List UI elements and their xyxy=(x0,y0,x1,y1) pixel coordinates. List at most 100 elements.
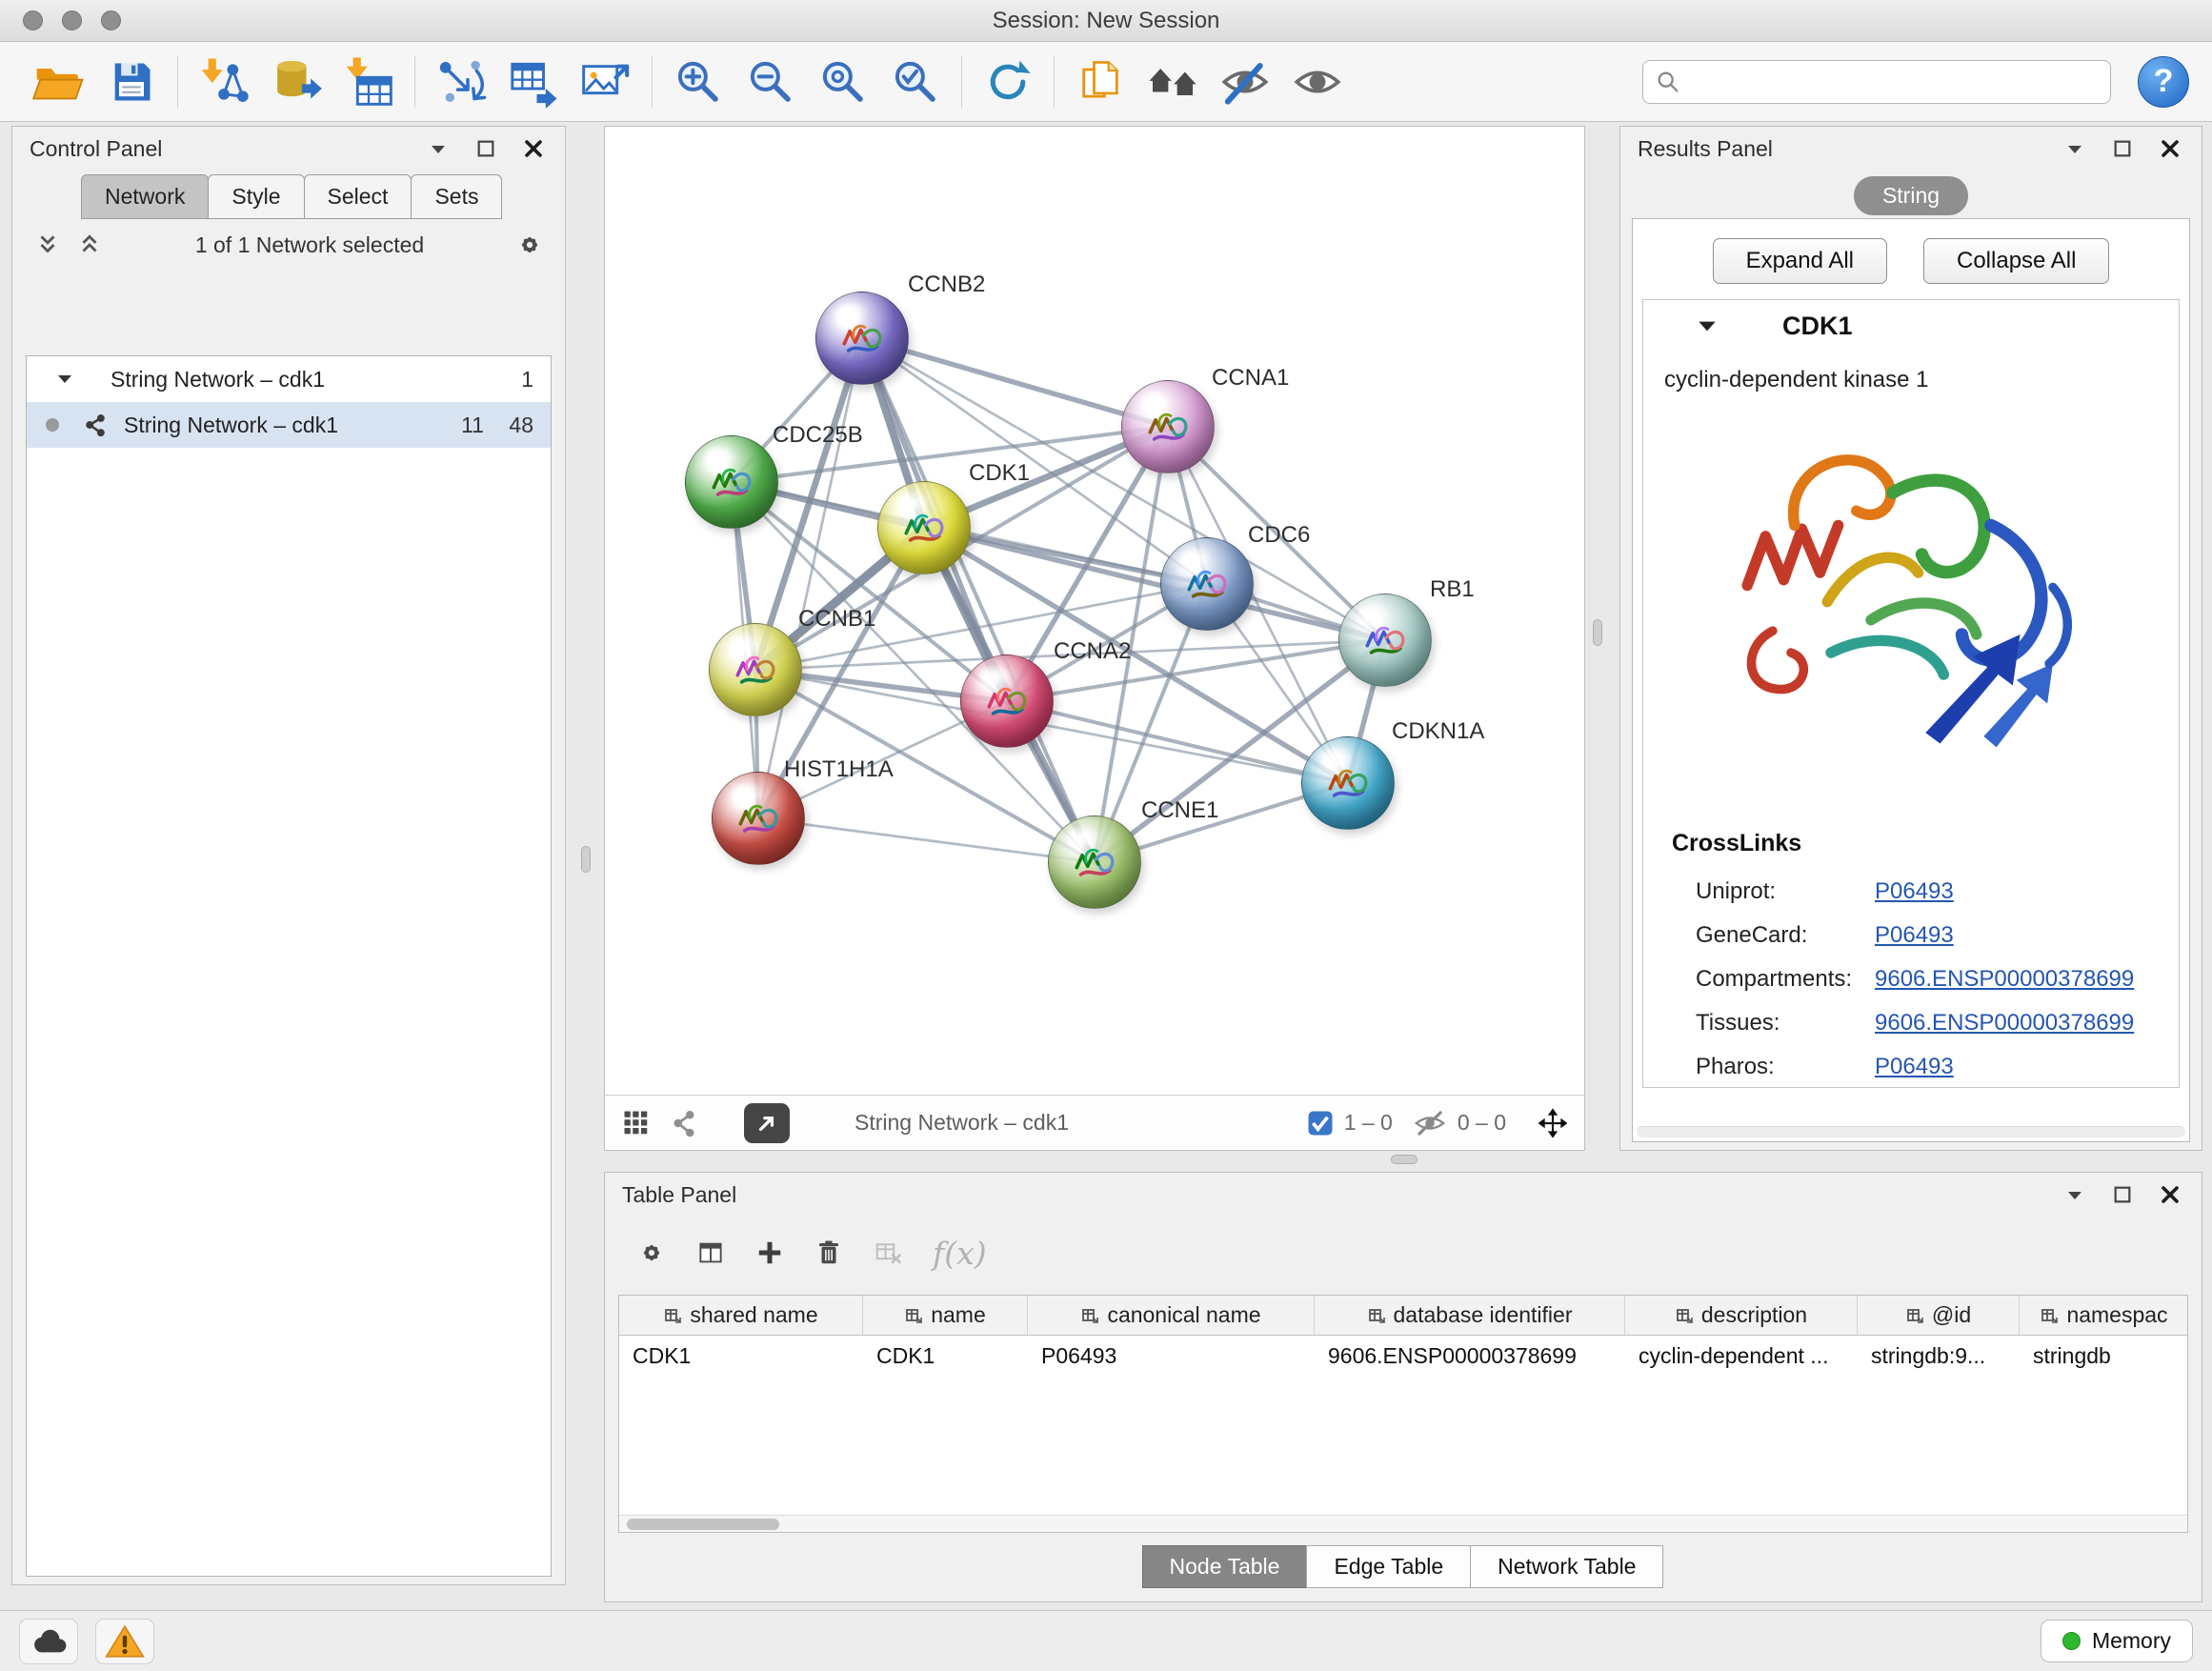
crosslink-row: Uniprot:P06493 xyxy=(1696,870,2160,914)
node-CDK1[interactable] xyxy=(877,481,971,574)
bottom-splitter-handle[interactable] xyxy=(1391,1155,1418,1164)
close-panel-button[interactable] xyxy=(2156,1180,2184,1209)
string-tab-badge[interactable]: String xyxy=(1854,176,1968,215)
collapse-all-tree-icon[interactable] xyxy=(75,231,104,259)
crosslink-value-link[interactable]: P06493 xyxy=(1875,878,1954,905)
node-HIST1H1A[interactable] xyxy=(712,772,805,865)
column-header-shared-name[interactable]: shared name xyxy=(619,1296,863,1335)
tab-select[interactable]: Select xyxy=(304,174,412,219)
clone-network-button[interactable] xyxy=(1064,50,1136,113)
show-graphics-details-button[interactable] xyxy=(1281,50,1354,113)
export-image-button[interactable] xyxy=(570,50,642,113)
cloud-status-button[interactable] xyxy=(19,1619,78,1664)
tab-network-table[interactable]: Network Table xyxy=(1470,1545,1663,1588)
import-network-button[interactable] xyxy=(188,50,260,113)
results-horizontal-scrollbar[interactable] xyxy=(1637,1126,2185,1137)
column-header-namespac[interactable]: namespac xyxy=(2020,1296,2188,1335)
crosslink-value-link[interactable]: P06493 xyxy=(1875,1054,1954,1080)
collapse-all-button[interactable]: Collapse All xyxy=(1923,238,2109,284)
tab-style[interactable]: Style xyxy=(208,174,304,219)
network-tools-button[interactable] xyxy=(425,50,497,113)
edge-CCNB2-CCNE1[interactable] xyxy=(862,338,1095,862)
delete-column-icon[interactable] xyxy=(814,1238,843,1267)
zoom-selected-button[interactable] xyxy=(879,50,952,113)
crosslink-value-link[interactable]: 9606.ENSP00000378699 xyxy=(1875,966,2134,993)
table-options-gear-icon[interactable] xyxy=(637,1238,666,1267)
node-CCNB2[interactable] xyxy=(815,292,909,385)
open-in-new-window-button[interactable] xyxy=(744,1103,790,1143)
import-database-button[interactable] xyxy=(260,50,332,113)
import-table-button[interactable] xyxy=(332,50,405,113)
table-horizontal-scrollbar[interactable] xyxy=(619,1515,2187,1532)
birds-eye-view-icon[interactable] xyxy=(622,1109,651,1137)
column-header-canonical-name[interactable]: canonical name xyxy=(1028,1296,1315,1335)
memory-button[interactable]: Memory xyxy=(2041,1620,2193,1662)
toolbar-separator xyxy=(961,56,962,108)
crosslink-value-link[interactable]: P06493 xyxy=(1875,922,1954,949)
collapse-panel-button[interactable] xyxy=(2061,134,2089,163)
left-splitter-handle[interactable] xyxy=(581,846,591,873)
tree-caret-icon[interactable] xyxy=(53,368,76,391)
add-column-icon[interactable] xyxy=(755,1238,784,1267)
edge-CCNB2-HIST1H1A[interactable] xyxy=(758,338,862,818)
help-button[interactable]: ? xyxy=(2138,56,2189,108)
gene-section-header[interactable]: CDK1 xyxy=(1643,300,2179,352)
node-label-CCNE1: CCNE1 xyxy=(1141,797,1218,824)
node-CCNE1[interactable] xyxy=(1048,815,1141,909)
tab-node-table[interactable]: Node Table xyxy=(1142,1545,1308,1588)
column-header--id[interactable]: @id xyxy=(1858,1296,2020,1335)
network-options-gear-icon[interactable] xyxy=(515,231,544,259)
table-row[interactable]: CDK1CDK1P064939606.ENSP00000378699cyclin… xyxy=(619,1336,2187,1376)
column-header-name[interactable]: name xyxy=(863,1296,1028,1335)
expand-all-tree-icon[interactable] xyxy=(33,231,62,259)
tab-network[interactable]: Network xyxy=(81,174,209,219)
close-panel-button[interactable] xyxy=(2156,134,2184,163)
home-layout-button[interactable] xyxy=(1136,50,1209,113)
window-controls xyxy=(23,10,121,30)
pan-network-icon[interactable] xyxy=(1538,1109,1567,1137)
zoom-in-button[interactable] xyxy=(662,50,734,113)
tab-edge-table[interactable]: Edge Table xyxy=(1306,1545,1471,1588)
zoom-fit-button[interactable] xyxy=(807,50,879,113)
warnings-button[interactable] xyxy=(95,1619,154,1664)
crosslink-value-link[interactable]: 9606.ENSP00000378699 xyxy=(1875,1010,2134,1037)
node-CDKN1A[interactable] xyxy=(1301,736,1395,830)
edge-HIST1H1A-CCNE1[interactable] xyxy=(758,818,1095,862)
node-CCNA1[interactable] xyxy=(1121,380,1215,473)
expand-all-button[interactable]: Expand All xyxy=(1713,238,1887,284)
minimize-window-button[interactable] xyxy=(62,10,82,30)
column-header-description[interactable]: description xyxy=(1625,1296,1858,1335)
open-session-button[interactable] xyxy=(23,50,95,113)
scrollbar-thumb[interactable] xyxy=(627,1519,779,1530)
node-CDC6[interactable] xyxy=(1160,537,1254,631)
float-panel-button[interactable] xyxy=(2108,134,2137,163)
network-row-selected[interactable]: String Network – cdk1 11 48 xyxy=(27,402,551,448)
share-network-icon[interactable] xyxy=(670,1109,698,1137)
node-CCNB1[interactable] xyxy=(709,623,802,716)
node-CDC25B[interactable] xyxy=(685,435,778,529)
maximize-window-button[interactable] xyxy=(101,10,121,30)
right-splitter-handle[interactable] xyxy=(1593,619,1602,646)
close-window-button[interactable] xyxy=(23,10,43,30)
new-network-from-table-button[interactable] xyxy=(497,50,570,113)
float-panel-button[interactable] xyxy=(2108,1180,2137,1209)
node-CCNA2[interactable] xyxy=(960,654,1054,748)
node-RB1[interactable] xyxy=(1338,594,1432,687)
network-canvas[interactable]: CCNB2CCNA1CDC25BCDK1CDC6RB1CCNB1CCNA2CDK… xyxy=(605,127,1584,1095)
refresh-view-button[interactable] xyxy=(972,50,1044,113)
float-panel-button[interactable] xyxy=(472,134,500,163)
collapse-panel-button[interactable] xyxy=(424,134,452,163)
close-panel-button[interactable] xyxy=(519,134,548,163)
column-header-database-identifier[interactable]: database identifier xyxy=(1315,1296,1625,1335)
edge-CCNA2-CDKN1A[interactable] xyxy=(1007,701,1348,783)
zoom-out-button[interactable] xyxy=(734,50,807,113)
tab-sets[interactable]: Sets xyxy=(411,174,502,219)
section-caret-icon[interactable] xyxy=(1695,313,1719,338)
crosslink-row: Pharos:P06493 xyxy=(1696,1045,2160,1089)
search-input[interactable] xyxy=(1689,69,2099,94)
collapse-panel-button[interactable] xyxy=(2061,1180,2089,1209)
network-collection-row[interactable]: String Network – cdk1 1 xyxy=(27,356,551,402)
show-columns-icon[interactable] xyxy=(696,1238,725,1267)
hide-graphics-details-button[interactable] xyxy=(1209,50,1281,113)
save-session-button[interactable] xyxy=(95,50,168,113)
